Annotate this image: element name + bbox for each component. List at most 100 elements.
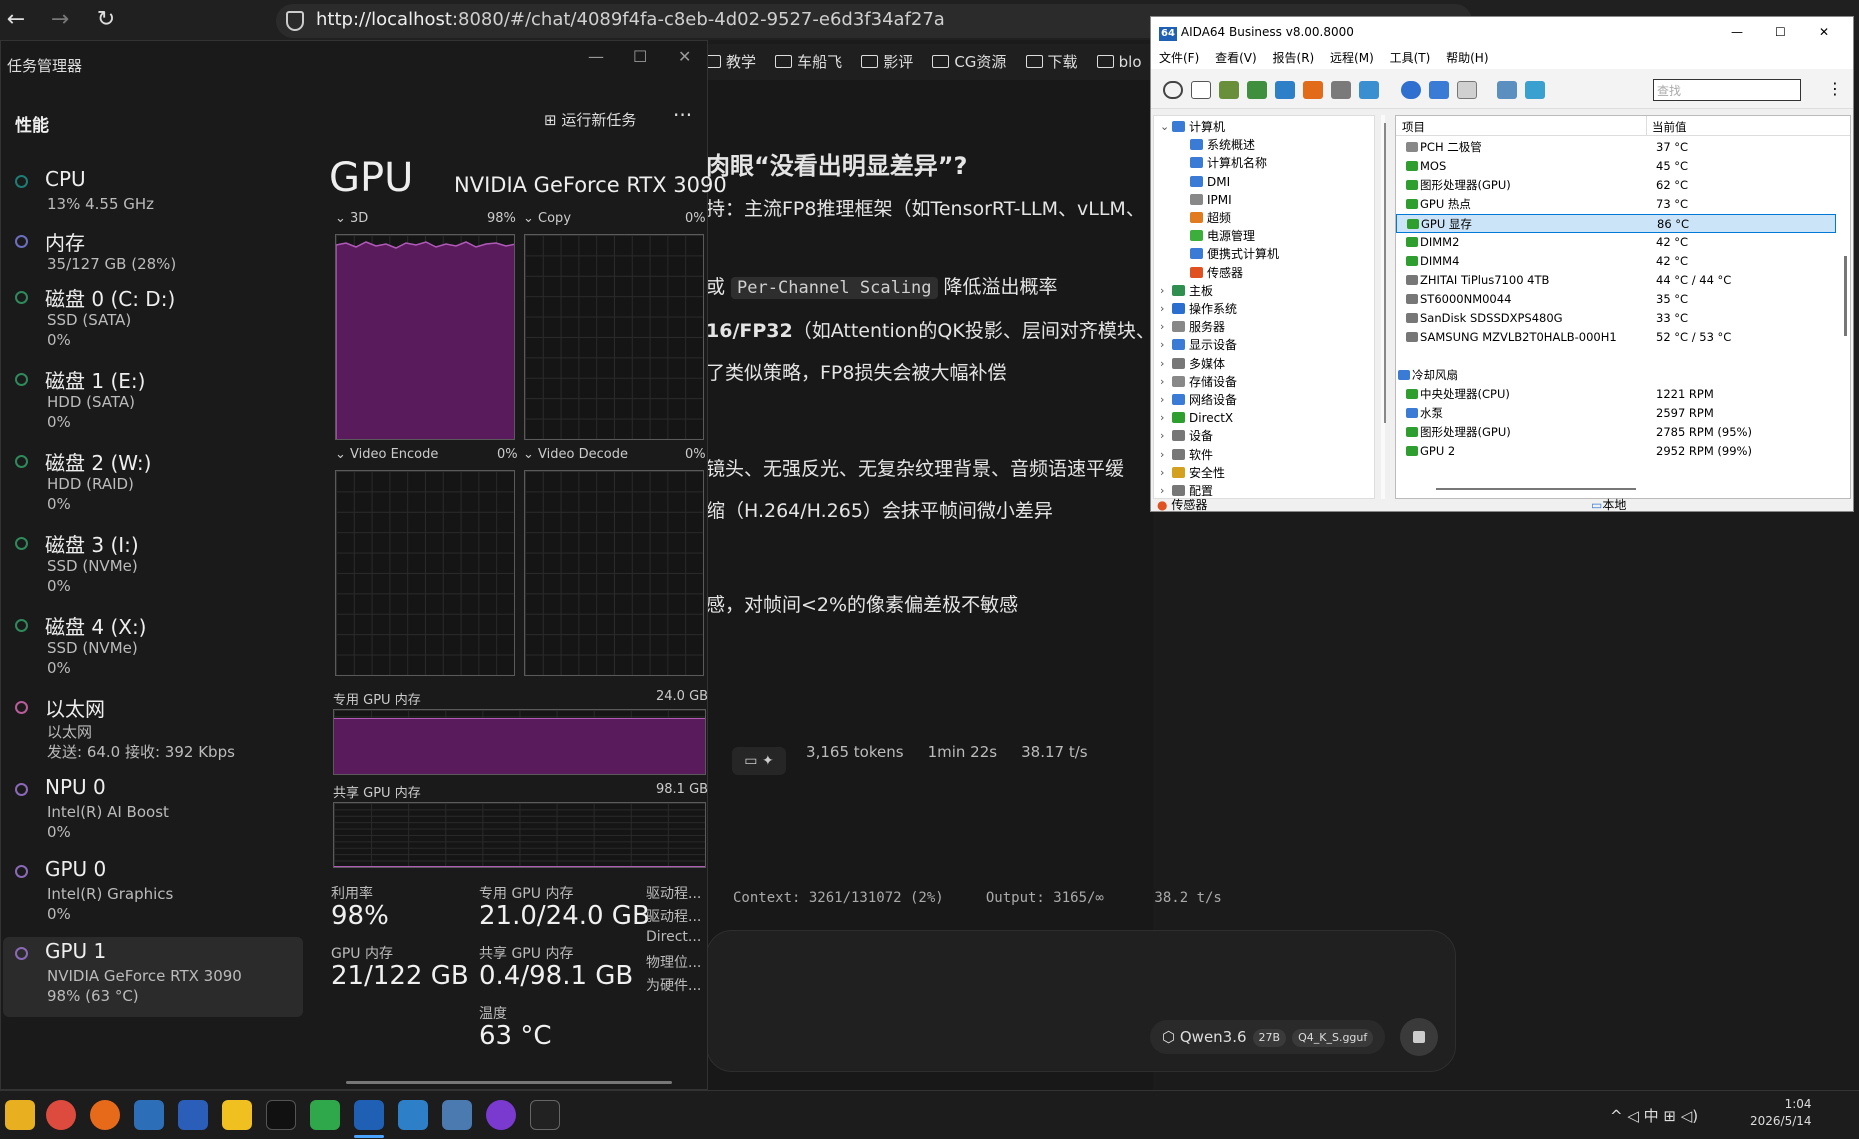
sensor-row[interactable]: SanDisk SDSSDXPS480G 33 °C xyxy=(1396,309,1836,328)
tree-item[interactable]: 系统概述 xyxy=(1190,136,1255,154)
chrome-icon[interactable] xyxy=(46,1100,76,1130)
bookmark-folder[interactable]: CG资源 xyxy=(932,44,1006,80)
column-header-item[interactable]: 项目 xyxy=(1402,119,1425,135)
expand-icon[interactable]: › xyxy=(1160,355,1164,373)
calculator-icon[interactable] xyxy=(442,1100,472,1130)
expand-icon[interactable]: › xyxy=(1160,427,1164,445)
sensor-row[interactable]: GPU 热点 73 °C xyxy=(1396,195,1836,214)
sensor-row[interactable]: MOS 45 °C xyxy=(1396,157,1836,176)
expand-icon[interactable]: › xyxy=(1160,391,1164,409)
player-icon[interactable] xyxy=(222,1100,252,1130)
sensor-row[interactable]: GPU 显存 86 °C xyxy=(1396,214,1836,233)
system-tray[interactable]: ^ ◁ 中 ⊞ ◁) xyxy=(1610,1105,1698,1126)
graph-video-decode[interactable] xyxy=(524,470,704,676)
sensor-row[interactable]: 图形处理器(GPU) 2785 RPM (95%) xyxy=(1396,423,1836,442)
tree-item[interactable]: 电源管理 xyxy=(1190,227,1255,245)
model-selector[interactable]: ⬡ Qwen3.6 27B Q4_K_S.gguf xyxy=(1150,1020,1386,1054)
tree-item[interactable]: › 操作系统 xyxy=(1160,300,1237,318)
tree-item[interactable]: IPMI xyxy=(1190,191,1232,209)
graph-copy[interactable] xyxy=(524,234,704,440)
close-icon[interactable]: ✕ xyxy=(678,47,691,66)
monitor-icon[interactable] xyxy=(1497,81,1517,99)
sensor-row[interactable] xyxy=(1396,347,1836,366)
user-icon[interactable] xyxy=(1359,81,1379,99)
bird-icon[interactable] xyxy=(1525,81,1545,99)
perf-item[interactable]: 磁盘 1 (E:) HDD (SATA) 0% xyxy=(3,363,303,443)
menu-view[interactable]: 查看(V) xyxy=(1215,51,1257,65)
sensor-row[interactable]: SAMSUNG MZVLB2T0HALB-000H1 52 °C / 53 °C xyxy=(1396,328,1836,347)
clock[interactable]: 1:04 2026/5/14 xyxy=(1750,1096,1812,1130)
report-icon[interactable] xyxy=(1191,81,1211,99)
perf-item[interactable]: 磁盘 3 (I:) SSD (NVMe) 0% xyxy=(3,527,303,607)
more-vertical-icon[interactable]: ⋮ xyxy=(1827,79,1843,98)
column-header-value[interactable]: 当前值 xyxy=(1652,119,1687,135)
menu-tools[interactable]: 工具(T) xyxy=(1390,51,1431,65)
tree-item[interactable]: 便携式计算机 xyxy=(1190,245,1279,263)
sensor-row[interactable]: ZHITAI TiPlus7100 4TB 44 °C / 44 °C xyxy=(1396,271,1836,290)
benchmark-icon[interactable] xyxy=(1457,81,1477,99)
expand-icon[interactable]: › xyxy=(1160,300,1164,318)
menu-help[interactable]: 帮助(H) xyxy=(1446,51,1488,65)
stress-test-icon[interactable] xyxy=(1303,81,1323,99)
expand-icon[interactable]: › xyxy=(1160,373,1164,391)
bookmark-folder[interactable]: blo xyxy=(1097,44,1142,80)
expand-icon[interactable]: ⌄ xyxy=(1160,118,1169,136)
expand-icon[interactable]: › xyxy=(1160,318,1164,336)
wechat-icon[interactable] xyxy=(310,1100,340,1130)
menu-report[interactable]: 报告(R) xyxy=(1273,51,1315,65)
list-hscrollbar[interactable] xyxy=(1436,488,1636,490)
tree-item[interactable]: › 存储设备 xyxy=(1160,373,1237,391)
perf-item[interactable]: 磁盘 4 (X:) SSD (NVMe) 0% xyxy=(3,609,303,689)
expand-icon[interactable]: › xyxy=(1160,464,1164,482)
aida64-taskbar-icon[interactable] xyxy=(354,1100,384,1130)
expand-icon[interactable]: › xyxy=(1160,446,1164,464)
expand-icon[interactable]: › xyxy=(1160,409,1164,427)
maximize-icon[interactable]: ☐ xyxy=(1775,17,1786,47)
globe-icon[interactable] xyxy=(1401,81,1421,99)
graph-3d[interactable] xyxy=(335,234,515,440)
back-icon[interactable]: ← xyxy=(2,6,30,34)
refresh-icon[interactable] xyxy=(1163,81,1183,99)
maximize-icon[interactable]: ☐ xyxy=(633,47,647,66)
perf-item[interactable]: 以太网 以太网 发送: 64.0 接收: 392 Kbps xyxy=(3,691,303,771)
notepad-icon[interactable] xyxy=(398,1100,428,1130)
tree-item[interactable]: ⌄ 计算机 xyxy=(1160,118,1225,136)
vpn-icon[interactable] xyxy=(486,1100,516,1130)
tree-item[interactable]: › 多媒体 xyxy=(1160,355,1225,373)
sensor-row[interactable]: 水泵 2597 RPM xyxy=(1396,404,1836,423)
graph-video-encode[interactable] xyxy=(335,470,515,676)
tree-item[interactable]: › 设备 xyxy=(1160,427,1213,445)
sensor-row[interactable]: PCH 二极管 37 °C xyxy=(1396,138,1836,157)
sensor-row[interactable]: 冷却风扇 xyxy=(1396,366,1836,385)
menu-remote[interactable]: 远程(M) xyxy=(1330,51,1374,65)
list-scrollbar[interactable] xyxy=(1844,256,1847,336)
database-icon[interactable] xyxy=(1429,81,1449,99)
tree-item[interactable]: › DirectX xyxy=(1160,409,1233,427)
bookmark-folder[interactable]: 影评 xyxy=(861,44,913,80)
more-options-button[interactable]: ··· xyxy=(673,103,692,127)
sensor-row[interactable]: DIMM2 42 °C xyxy=(1396,233,1836,252)
tree-item[interactable]: › 主板 xyxy=(1160,282,1213,300)
terminal-icon[interactable] xyxy=(530,1100,560,1130)
perf-item[interactable]: 磁盘 2 (W:) HDD (RAID) 0% xyxy=(3,445,303,525)
settings-icon[interactable] xyxy=(1331,81,1351,99)
reader-icon[interactable]: ▭ ✦ xyxy=(732,747,786,775)
tree-item[interactable]: › 安全性 xyxy=(1160,464,1225,482)
tree-item[interactable]: › 显示设备 xyxy=(1160,336,1237,354)
perf-item[interactable]: GPU 0 Intel(R) Graphics 0% xyxy=(3,855,303,935)
bookmark-folder[interactable]: 车船飞 xyxy=(775,44,842,80)
file-explorer-icon[interactable] xyxy=(5,1100,35,1130)
run-new-task-button[interactable]: ⊞ 运行新任务 xyxy=(544,109,636,130)
perf-item[interactable]: NPU 0 Intel(R) AI Boost 0% xyxy=(3,773,303,853)
tree-scrollbar[interactable] xyxy=(1384,123,1386,423)
sensor-row[interactable]: GPU 2 2952 RPM (99%) xyxy=(1396,442,1836,461)
expand-icon[interactable]: › xyxy=(1160,336,1164,354)
menu-file[interactable]: 文件(F) xyxy=(1159,51,1199,65)
sensor-row[interactable]: 图形处理器(GPU) 62 °C xyxy=(1396,176,1836,195)
photos-icon[interactable] xyxy=(134,1100,164,1130)
refresh-icon[interactable]: ↻ xyxy=(92,6,120,34)
network-icon[interactable] xyxy=(1275,81,1295,99)
perf-item[interactable]: 磁盘 0 (C: D:) SSD (SATA) 0% xyxy=(3,281,303,361)
aida-search-input[interactable]: 查找 xyxy=(1653,79,1801,101)
sensor-row[interactable]: ST6000NM0044 35 °C xyxy=(1396,290,1836,309)
